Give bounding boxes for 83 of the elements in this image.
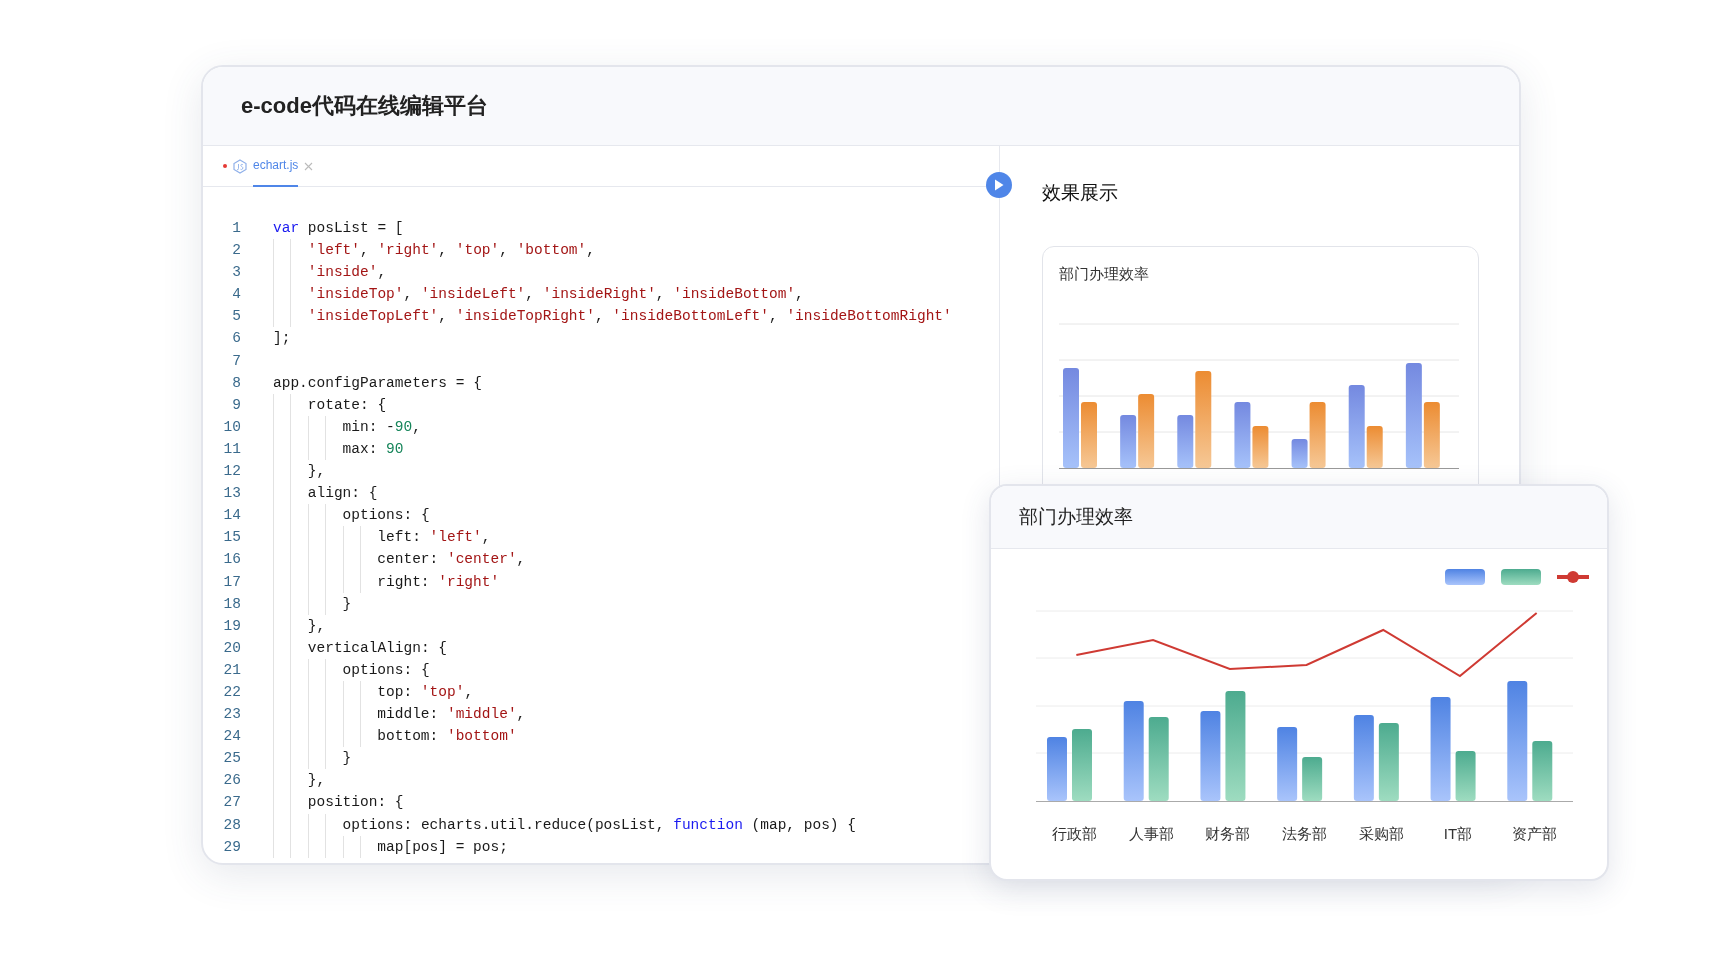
code-line: ]; (273, 329, 291, 349)
code-line: position: { (273, 791, 404, 814)
code-line: options: echarts.util.reduce(posList, function (map, pos) { (273, 813, 856, 836)
line-number: 6 (231, 329, 241, 349)
line-number: 18 (222, 594, 241, 614)
line-number: 11 (222, 439, 241, 459)
line-number: 8 (231, 373, 241, 393)
line-number: 22 (222, 682, 241, 702)
legend-bar-icon (1445, 569, 1485, 585)
code-line: max: 90 (273, 437, 404, 461)
line-number: 7 (231, 351, 241, 371)
bar (1302, 757, 1323, 801)
line-number: 3 (231, 263, 241, 283)
code-line: left: 'left', (273, 526, 491, 549)
line-number: 28 (222, 815, 241, 835)
play-icon (994, 179, 1004, 191)
line-number: 4 (231, 285, 241, 305)
code-line: align: { (273, 482, 378, 505)
code-line: bottom: 'bottom' (273, 725, 517, 748)
line-number: 9 (231, 395, 241, 415)
code-line: } (273, 592, 352, 615)
code-line: map[pos] = pos; (273, 835, 508, 858)
code-line: right: 'right' (273, 570, 500, 593)
code-line: min: -90, (273, 415, 421, 438)
axis-label: 采购部 (1357, 825, 1405, 844)
line-number: 14 (222, 506, 241, 526)
line-number: 20 (222, 638, 241, 658)
axis-label: 法务部 (1281, 825, 1328, 844)
line-number: 13 (222, 484, 241, 504)
bar (1072, 729, 1092, 801)
code-line: top: 'top', (273, 680, 474, 704)
line-number: 2 (231, 241, 241, 261)
bar (1047, 737, 1067, 801)
line-number: 1 (231, 219, 241, 238)
code-line: } (273, 747, 352, 770)
line-number: 12 (222, 462, 241, 482)
line-number: 27 (222, 793, 241, 813)
run-button[interactable] (986, 172, 1012, 198)
axis-label: 财务部 (1204, 825, 1252, 844)
code-line: verticalAlign: { (273, 636, 447, 659)
line-number: 24 (222, 727, 241, 747)
chart-title: 部门办理效率 (1059, 266, 1149, 282)
legend-line-icon (1557, 571, 1589, 583)
code-line: 'left', 'right', 'top', 'bottom', (273, 239, 595, 262)
legend-bar-icon (1501, 569, 1541, 585)
axis-label: IT部 (1442, 825, 1474, 844)
bar (1455, 751, 1476, 801)
line-number: 25 (222, 749, 241, 769)
code-line: }, (273, 614, 326, 637)
bar (1532, 741, 1553, 801)
line-number: 5 (231, 307, 241, 327)
window-title: e-code代码在线编辑平台 (241, 92, 488, 120)
line-number: 29 (222, 837, 241, 857)
code-line: }, (273, 769, 326, 792)
code-line: app.configParameters = { (273, 373, 482, 393)
close-icon (304, 161, 314, 171)
hexagon-file-icon (233, 158, 247, 174)
line-number: 15 (222, 528, 241, 548)
code-line: 'insideTopLeft', 'insideTopRight', 'insideBottomLeft', 'insideBottomRight' (273, 305, 952, 328)
code-line: rotate: { (273, 393, 387, 416)
preview-title: 效果展示 (1042, 181, 1119, 205)
line-number: 21 (222, 660, 241, 680)
axis-label: 行政部 (1050, 825, 1098, 844)
line-number: 10 (222, 417, 241, 437)
bar (1081, 402, 1097, 468)
code-line: middle: 'middle', (273, 703, 526, 726)
code-line: 'insideTop', 'insideLeft', 'insideRight', 'insideBottom', (273, 283, 804, 306)
line-number: 26 (222, 771, 241, 791)
line-number: 19 (222, 616, 241, 636)
bar (1120, 415, 1137, 468)
code-line: options: { (273, 504, 430, 527)
line-number: 16 (222, 550, 241, 570)
axis-label: 资产部 (1511, 825, 1559, 844)
file-tab[interactable]: echart.js (223, 146, 314, 186)
line-number: 23 (222, 705, 241, 725)
code-line: center: 'center', (273, 548, 526, 571)
line-number: 17 (222, 572, 241, 592)
code-line: }, (273, 460, 326, 483)
axis-label: 人事部 (1127, 825, 1175, 844)
code-line: var posList = [ (273, 219, 404, 238)
code-line: options: { (273, 658, 430, 681)
code-line: 'inside', (273, 261, 387, 284)
chart-title: 部门办理效率 (1019, 505, 1133, 529)
